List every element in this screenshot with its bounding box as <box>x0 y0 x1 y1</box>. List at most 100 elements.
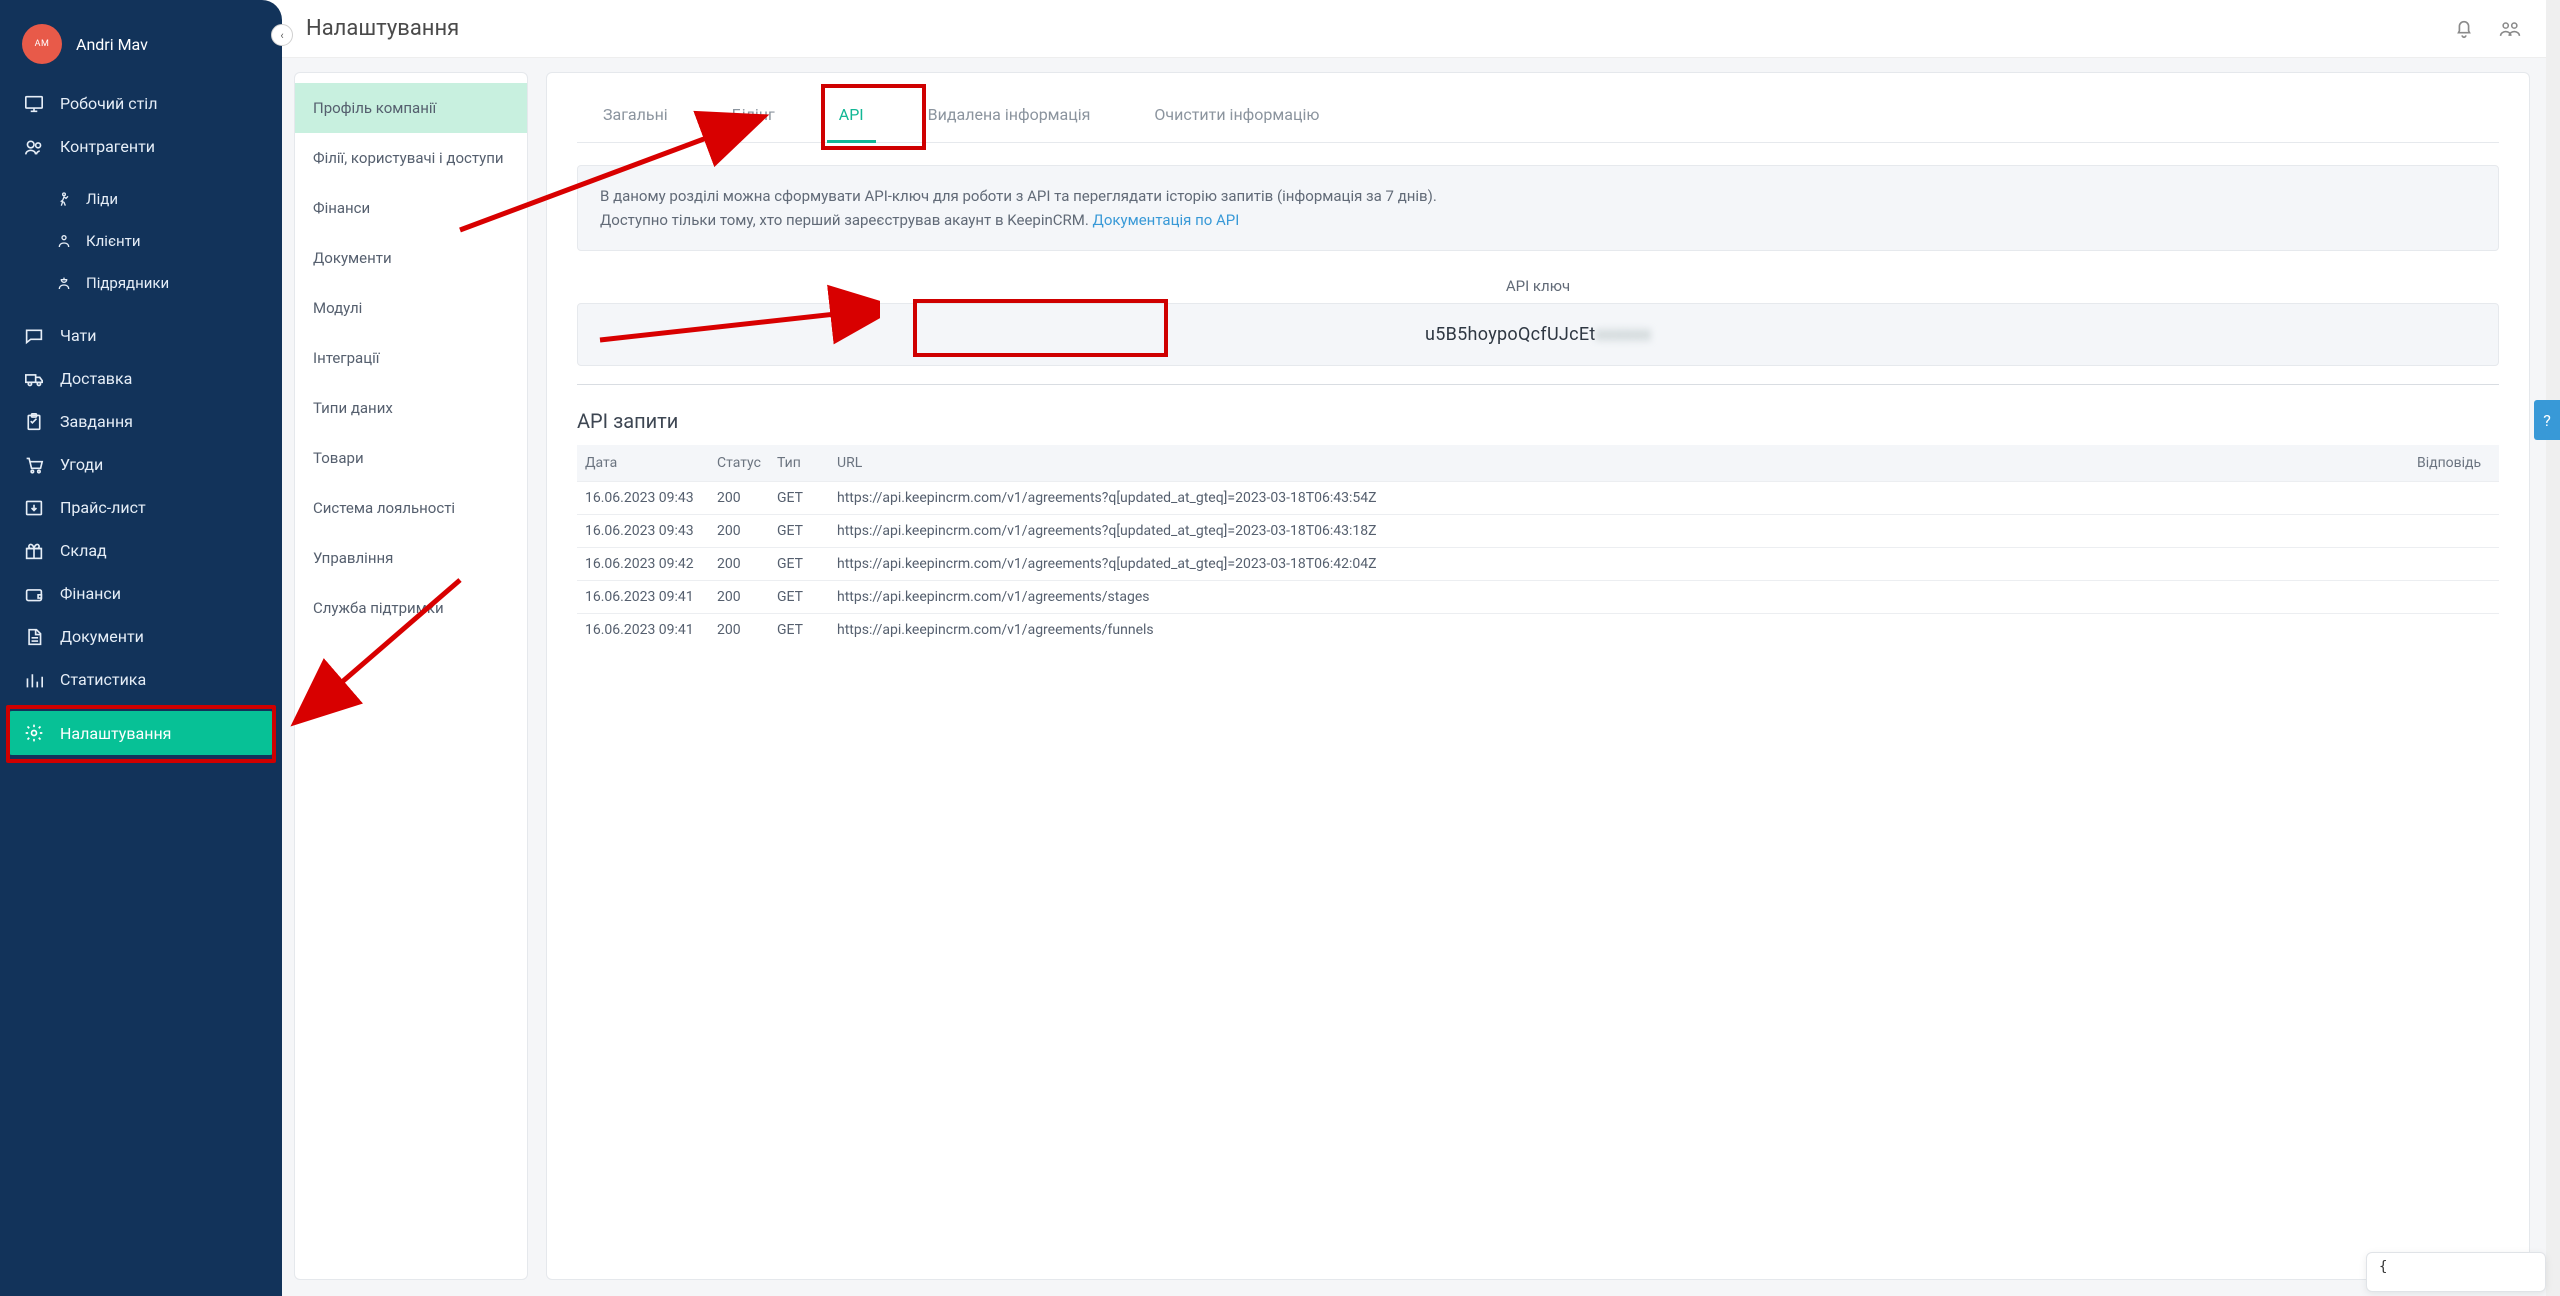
cell-date: 16.06.2023 09:41 <box>577 581 709 614</box>
cell-url: https://api.keepincrm.com/v1/agreements/… <box>829 614 2409 647</box>
sidebar-item-leads[interactable]: Ліди <box>0 178 282 220</box>
avatar: AM <box>22 24 62 64</box>
sidebar-item-dashboard[interactable]: Робочий стіл <box>0 82 282 125</box>
chat-widget[interactable]: { <box>2366 1252 2546 1292</box>
help-button[interactable]: ? <box>2534 400 2560 440</box>
table-row[interactable]: 16.06.2023 09:43 200 GET https://api.kee… <box>577 515 2499 548</box>
subnav-modules[interactable]: Модулі <box>295 283 527 333</box>
cell-date: 16.06.2023 09:43 <box>577 482 709 515</box>
settings-subnav: Профіль компанії Філії, користувачі і до… <box>294 72 528 1280</box>
sidebar-item-settings[interactable]: Налаштування <box>8 711 274 755</box>
person-icon <box>54 233 74 249</box>
cell-type: GET <box>769 548 829 581</box>
bell-icon[interactable] <box>2452 17 2476 41</box>
truck-icon <box>22 370 46 388</box>
sidebar-item-label: Угоди <box>60 455 103 474</box>
sidebar-user[interactable]: AM Andri Mav <box>0 12 282 82</box>
subnav-management[interactable]: Управління <box>295 533 527 583</box>
sidebar-item-label: Робочий стіл <box>60 94 157 113</box>
col-response: Відповідь <box>2409 445 2499 482</box>
main: Налаштування Профіль компанії Філії, кор… <box>282 0 2546 1296</box>
settings-content: Загальні Білінг API Видалена інформація … <box>546 72 2530 1280</box>
users-icon <box>22 138 46 156</box>
subnav-company-profile[interactable]: Профіль компанії <box>295 83 527 133</box>
sidebar-item-contractors[interactable]: Підрядники <box>0 262 282 304</box>
cell-url: https://api.keepincrm.com/v1/agreements?… <box>829 548 2409 581</box>
table-row[interactable]: 16.06.2023 09:41 200 GET https://api.kee… <box>577 614 2499 647</box>
sidebar-item-tasks[interactable]: Завдання <box>0 400 282 443</box>
clipboard-icon <box>22 413 46 431</box>
cell-type: GET <box>769 515 829 548</box>
api-key-box[interactable]: u5B5hoypoQcfUJcEtxxxxxx <box>577 303 2499 366</box>
api-key-label: API ключ <box>577 277 2499 295</box>
cell-date: 16.06.2023 09:41 <box>577 614 709 647</box>
sidebar-item-label: Доставка <box>60 369 132 388</box>
subnav-finance[interactable]: Фінанси <box>295 183 527 233</box>
cell-status: 200 <box>709 515 769 548</box>
doc-link[interactable]: Документація по API <box>1093 211 1240 229</box>
sidebar-item-label: Статистика <box>60 670 146 689</box>
col-type: Тип <box>769 445 829 482</box>
cell-response <box>2409 482 2499 515</box>
right-scrollbar[interactable] <box>2546 0 2560 1296</box>
worker-icon <box>54 275 74 291</box>
subnav-integrations[interactable]: Інтеграції <box>295 333 527 383</box>
table-row[interactable]: 16.06.2023 09:43 200 GET https://api.kee… <box>577 482 2499 515</box>
wallet-icon <box>22 585 46 603</box>
tab-general[interactable]: Загальні <box>591 91 680 142</box>
info-text-2: Доступно тільки тому, хто перший зареєст… <box>600 211 1093 229</box>
sidebar-item-documents[interactable]: Документи <box>0 615 282 658</box>
people-icon[interactable] <box>2498 17 2522 41</box>
cell-url: https://api.keepincrm.com/v1/agreements/… <box>829 581 2409 614</box>
tab-deleted[interactable]: Видалена інформація <box>916 91 1103 142</box>
sidebar-item-pricelist[interactable]: Прайс-лист <box>0 486 282 529</box>
sidebar-item-warehouse[interactable]: Склад <box>0 529 282 572</box>
info-text-1: В даному розділі можна сформувати API-кл… <box>600 187 1437 205</box>
sidebar-item-label: Налаштування <box>60 724 171 743</box>
requests-table: Дата Статус Тип URL Відповідь 16.06.2023… <box>577 445 2499 646</box>
cell-date: 16.06.2023 09:43 <box>577 515 709 548</box>
cell-url: https://api.keepincrm.com/v1/agreements?… <box>829 482 2409 515</box>
sidebar-item-chats[interactable]: Чати <box>0 314 282 357</box>
tab-label: API <box>839 105 864 124</box>
gear-icon <box>22 723 46 743</box>
cell-status: 200 <box>709 548 769 581</box>
cell-type: GET <box>769 581 829 614</box>
subnav-branches[interactable]: Філії, користувачі і доступи <box>295 133 527 183</box>
sidebar-collapse-button[interactable]: ‹ <box>271 24 293 46</box>
sidebar-item-label: Фінанси <box>60 584 121 603</box>
sidebar-nav: Робочий стіл Контрагенти <box>0 82 282 178</box>
col-date: Дата <box>577 445 709 482</box>
sidebar-item-finance[interactable]: Фінанси <box>0 572 282 615</box>
sidebar-item-deals[interactable]: Угоди <box>0 443 282 486</box>
info-box: В даному розділі можна сформувати API-кл… <box>577 165 2499 251</box>
sidebar-item-delivery[interactable]: Доставка <box>0 357 282 400</box>
api-key-visible: u5B5hoypoQcfUJcEt <box>1425 324 1596 345</box>
cell-response <box>2409 515 2499 548</box>
sidebar-item-label: Склад <box>60 541 107 560</box>
tab-billing[interactable]: Білінг <box>720 91 787 142</box>
sidebar-item-label: Завдання <box>60 412 133 431</box>
tab-api[interactable]: API <box>827 91 876 142</box>
subnav-datatypes[interactable]: Типи даних <box>295 383 527 433</box>
api-key-masked: xxxxxx <box>1596 324 1651 345</box>
subnav-products[interactable]: Товари <box>295 433 527 483</box>
people-run-icon <box>54 191 74 207</box>
tab-clear[interactable]: Очистити інформацію <box>1142 91 1331 142</box>
sidebar-item-label: Документи <box>60 627 144 646</box>
table-row[interactable]: 16.06.2023 09:42 200 GET https://api.kee… <box>577 548 2499 581</box>
sidebar-item-counterparties[interactable]: Контрагенти <box>0 125 282 168</box>
table-row[interactable]: 16.06.2023 09:41 200 GET https://api.kee… <box>577 581 2499 614</box>
subnav-documents[interactable]: Документи <box>295 233 527 283</box>
sidebar-item-label: Чати <box>60 326 96 345</box>
sidebar-item-label: Підрядники <box>86 274 169 292</box>
sidebar-item-label: Контрагенти <box>60 137 155 156</box>
sidebar: AM Andri Mav ‹ Робочий стіл Контрагенти … <box>0 0 282 1296</box>
col-url: URL <box>829 445 2409 482</box>
subnav-support[interactable]: Служба підтримки <box>295 583 527 633</box>
sidebar-item-stats[interactable]: Статистика <box>0 658 282 701</box>
sidebar-item-clients[interactable]: Клієнти <box>0 220 282 262</box>
cell-type: GET <box>769 614 829 647</box>
cell-response <box>2409 581 2499 614</box>
subnav-loyalty[interactable]: Система лояльності <box>295 483 527 533</box>
